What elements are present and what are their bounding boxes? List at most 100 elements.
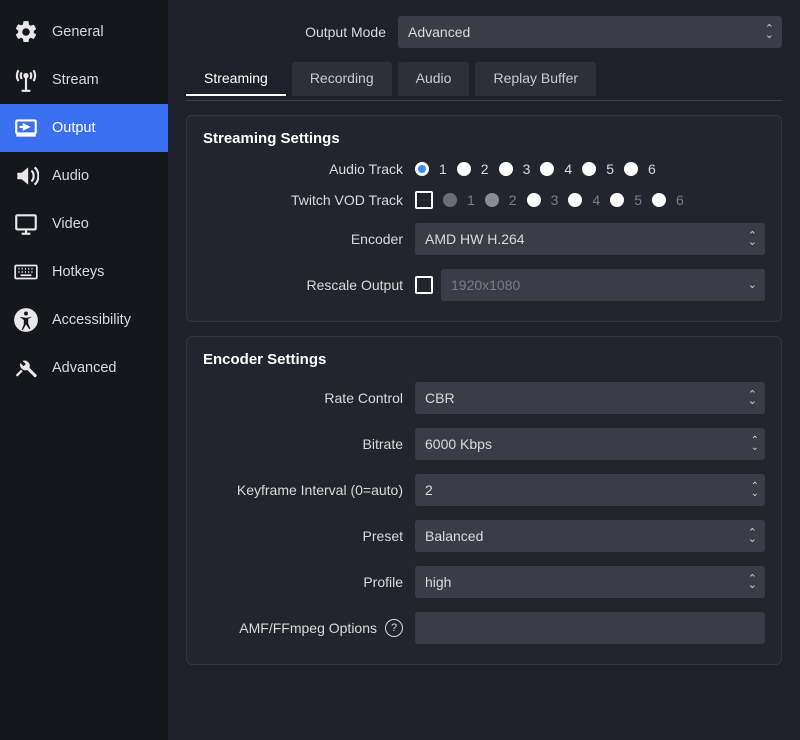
amf-input[interactable]	[415, 612, 765, 644]
audio-track-radio-6[interactable]	[624, 162, 638, 176]
bitrate-value: 6000 Kbps	[425, 436, 492, 452]
output-mode-value: Advanced	[408, 24, 470, 40]
encoder-settings-panel: Encoder Settings Rate Control CBR ⌃⌄ Bit…	[186, 336, 782, 665]
sidebar-item-stream[interactable]: Stream	[0, 56, 168, 104]
audio-track-radio-3[interactable]	[499, 162, 513, 176]
chevron-updown-icon: ⌃⌄	[748, 576, 757, 588]
chevron-down-icon: ⌄	[748, 282, 757, 288]
sidebar-item-hotkeys[interactable]: Hotkeys	[0, 248, 168, 296]
profile-label: Profile	[203, 574, 415, 590]
bitrate-label: Bitrate	[203, 436, 415, 452]
audio-track-radio-group: 1 2 3 4 5 6	[415, 161, 765, 177]
sidebar-item-label: Accessibility	[52, 312, 131, 328]
sidebar-item-video[interactable]: Video	[0, 200, 168, 248]
sidebar-item-label: Hotkeys	[52, 264, 104, 280]
audio-track-radio-4[interactable]	[540, 162, 554, 176]
keyframe-row: Keyframe Interval (0=auto) 2 ⌃⌄	[203, 474, 765, 506]
main-content: Output Mode Advanced ⌃⌄ Streaming Record…	[168, 0, 800, 740]
audio-track-row: Audio Track 1 2 3 4 5 6	[203, 161, 765, 177]
profile-row: Profile high ⌃⌄	[203, 566, 765, 598]
twitch-vod-checkbox[interactable]	[415, 191, 433, 209]
twitch-vod-radio-5[interactable]	[610, 193, 624, 207]
amf-label-wrap: AMF/FFmpeg Options ?	[203, 619, 415, 637]
encoder-label: Encoder	[203, 231, 415, 247]
twitch-vod-radio-1[interactable]	[443, 193, 457, 207]
amf-label: AMF/FFmpeg Options	[239, 620, 377, 636]
output-mode-label: Output Mode	[186, 24, 398, 40]
sidebar: General Stream Output Audio Video Hotkey…	[0, 0, 168, 740]
streaming-settings-panel: Streaming Settings Audio Track 1 2 3 4 5…	[186, 115, 782, 322]
preset-row: Preset Balanced ⌃⌄	[203, 520, 765, 552]
keyframe-input[interactable]: 2 ⌃⌄	[415, 474, 765, 506]
sidebar-item-label: Video	[52, 216, 89, 232]
tab-audio[interactable]: Audio	[398, 62, 470, 96]
tab-recording[interactable]: Recording	[292, 62, 392, 96]
rescale-value: 1920x1080	[451, 277, 520, 293]
profile-value: high	[425, 574, 451, 590]
chevron-updown-icon: ⌃⌄	[748, 233, 757, 245]
bitrate-input[interactable]: 6000 Kbps ⌃⌄	[415, 428, 765, 460]
keyframe-value: 2	[425, 482, 433, 498]
keyboard-icon	[12, 258, 40, 286]
amf-row: AMF/FFmpeg Options ?	[203, 612, 765, 644]
bitrate-row: Bitrate 6000 Kbps ⌃⌄	[203, 428, 765, 460]
rescale-label: Rescale Output	[203, 277, 415, 293]
twitch-vod-radio-6[interactable]	[652, 193, 666, 207]
output-mode-row: Output Mode Advanced ⌃⌄	[186, 16, 782, 48]
output-tabs: Streaming Recording Audio Replay Buffer	[186, 62, 782, 96]
output-icon	[12, 114, 40, 142]
twitch-vod-row: Twitch VOD Track 1 2 3 4 5 6	[203, 191, 765, 209]
tab-divider	[186, 100, 782, 101]
streaming-settings-title: Streaming Settings	[203, 130, 765, 147]
sidebar-item-label: Audio	[52, 168, 89, 184]
encoder-select[interactable]: AMD HW H.264 ⌃⌄	[415, 223, 765, 255]
sidebar-item-label: Output	[52, 120, 96, 136]
monitor-icon	[12, 210, 40, 238]
rate-control-label: Rate Control	[203, 390, 415, 406]
tab-streaming[interactable]: Streaming	[186, 62, 286, 96]
encoder-value: AMD HW H.264	[425, 231, 525, 247]
chevron-updown-icon: ⌃⌄	[748, 392, 757, 404]
preset-value: Balanced	[425, 528, 483, 544]
twitch-vod-label: Twitch VOD Track	[203, 192, 415, 208]
rescale-select[interactable]: 1920x1080 ⌄	[441, 269, 765, 301]
sidebar-item-output[interactable]: Output	[0, 104, 168, 152]
sidebar-item-general[interactable]: General	[0, 8, 168, 56]
profile-select[interactable]: high ⌃⌄	[415, 566, 765, 598]
rate-control-value: CBR	[425, 390, 455, 406]
rate-control-row: Rate Control CBR ⌃⌄	[203, 382, 765, 414]
keyframe-label: Keyframe Interval (0=auto)	[203, 482, 415, 498]
rescale-checkbox[interactable]	[415, 276, 433, 294]
chevron-updown-icon: ⌃⌄	[765, 26, 774, 38]
help-icon[interactable]: ?	[385, 619, 403, 637]
sidebar-item-label: Stream	[52, 72, 99, 88]
rate-control-select[interactable]: CBR ⌃⌄	[415, 382, 765, 414]
twitch-vod-group: 1 2 3 4 5 6	[415, 191, 765, 209]
speaker-icon	[12, 162, 40, 190]
twitch-vod-radio-3[interactable]	[527, 193, 541, 207]
sidebar-item-advanced[interactable]: Advanced	[0, 344, 168, 392]
tools-icon	[12, 354, 40, 382]
rescale-row: Rescale Output 1920x1080 ⌄	[203, 269, 765, 301]
sidebar-item-audio[interactable]: Audio	[0, 152, 168, 200]
gear-icon	[12, 18, 40, 46]
audio-track-radio-5[interactable]	[582, 162, 596, 176]
spin-buttons[interactable]: ⌃⌄	[751, 437, 759, 451]
audio-track-label: Audio Track	[203, 161, 415, 177]
accessibility-icon	[12, 306, 40, 334]
spin-buttons[interactable]: ⌃⌄	[751, 483, 759, 497]
twitch-vod-radio-2[interactable]	[485, 193, 499, 207]
encoder-row: Encoder AMD HW H.264 ⌃⌄	[203, 223, 765, 255]
tab-replay-buffer[interactable]: Replay Buffer	[475, 62, 596, 96]
twitch-vod-radio-4[interactable]	[568, 193, 582, 207]
audio-track-radio-2[interactable]	[457, 162, 471, 176]
output-mode-select[interactable]: Advanced ⌃⌄	[398, 16, 782, 48]
chevron-updown-icon: ⌃⌄	[748, 530, 757, 542]
preset-select[interactable]: Balanced ⌃⌄	[415, 520, 765, 552]
sidebar-item-accessibility[interactable]: Accessibility	[0, 296, 168, 344]
sidebar-item-label: General	[52, 24, 104, 40]
sidebar-item-label: Advanced	[52, 360, 117, 376]
antenna-icon	[12, 66, 40, 94]
encoder-settings-title: Encoder Settings	[203, 351, 765, 368]
audio-track-radio-1[interactable]	[415, 162, 429, 176]
